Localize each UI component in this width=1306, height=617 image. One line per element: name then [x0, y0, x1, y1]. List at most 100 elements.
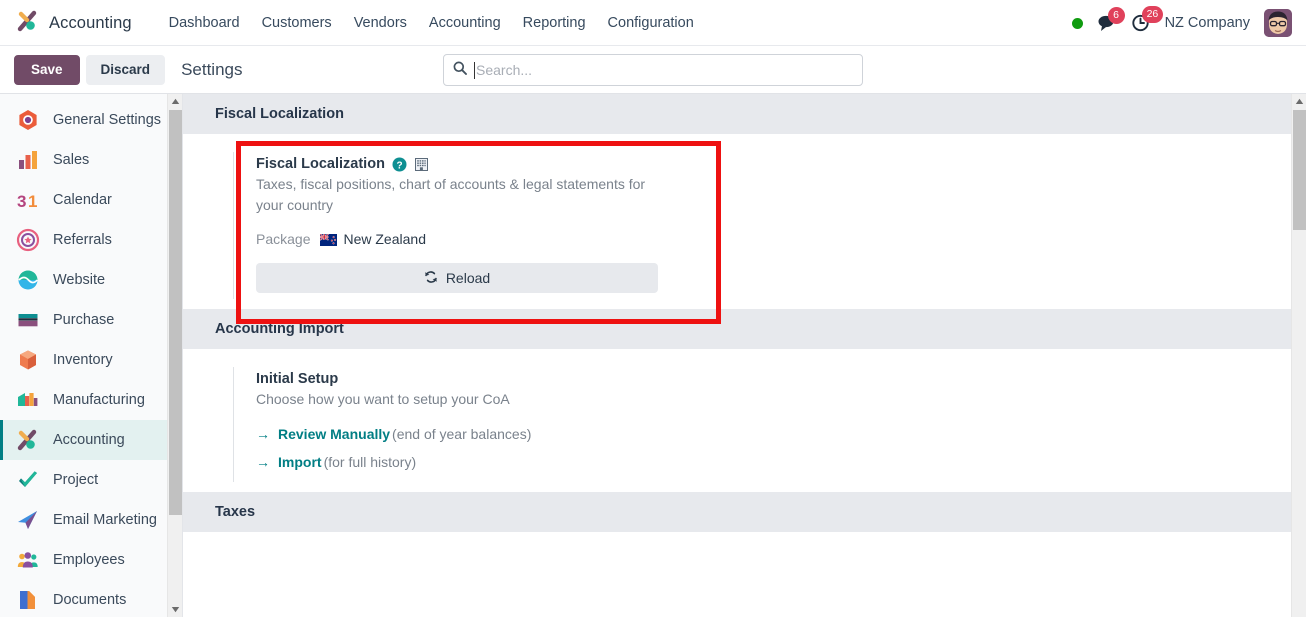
settings-main: Fiscal Localization Fiscal Localization …: [183, 94, 1306, 617]
reload-button-label: Reload: [445, 270, 491, 287]
review-manually-link[interactable]: Review Manually: [278, 422, 390, 448]
setting-description: Choose how you want to setup your CoA: [256, 391, 510, 408]
app-brand[interactable]: Accounting: [16, 9, 132, 38]
setting-description: Taxes, fiscal positions, chart of accoun…: [256, 176, 646, 213]
section-body-taxes: [183, 531, 1291, 592]
section-body-fiscal-localization: Fiscal Localization ? Taxes, fiscal posi…: [183, 134, 1291, 310]
refresh-icon: [424, 270, 438, 287]
messages-icon[interactable]: 6: [1097, 7, 1125, 32]
sidebar-item-sales[interactable]: Sales: [0, 140, 182, 180]
sidebar-item-project[interactable]: Project: [0, 460, 182, 500]
top-navbar: Accounting Dashboard Customers Vendors A…: [0, 0, 1306, 46]
accounting-app-icon: [16, 9, 40, 38]
sidebar-item-purchase[interactable]: Purchase: [0, 300, 182, 340]
activities-clock-icon[interactable]: 26: [1131, 6, 1164, 33]
sidebar-item-referrals[interactable]: Referrals: [0, 220, 182, 260]
sidebar-item-label: Documents: [53, 592, 127, 608]
save-button[interactable]: Save: [14, 54, 80, 86]
setting-title-row: Initial Setup: [256, 371, 663, 387]
new-zealand-flag-icon: [320, 233, 338, 247]
sidebar-item-calendar[interactable]: 3 1 Calendar: [0, 180, 182, 220]
package-label: Package: [256, 231, 311, 248]
menu-item-vendors[interactable]: Vendors: [343, 9, 418, 37]
sidebar-scrollbar[interactable]: [167, 94, 182, 617]
sidebar-item-label: Accounting: [53, 432, 125, 448]
main-scrollbar[interactable]: [1291, 94, 1306, 617]
package-row: Package New Zealand: [256, 231, 663, 247]
setting-initial-setup: Initial Setup Choose how you want to set…: [233, 367, 663, 482]
menu-item-configuration[interactable]: Configuration: [597, 9, 705, 37]
manufacturing-icon: [16, 388, 40, 412]
sidebar-item-label: Purchase: [53, 312, 115, 328]
sidebar-list: General Settings Sales 3 1 Calendar Refe…: [0, 94, 182, 617]
arrow-right-icon: →: [256, 454, 270, 471]
search-input[interactable]: [476, 62, 853, 78]
reload-button[interactable]: Reload: [256, 263, 658, 294]
main-menu: Dashboard Customers Vendors Accounting R…: [158, 9, 705, 37]
referrals-icon: [16, 228, 40, 252]
email-marketing-icon: [16, 508, 40, 532]
menu-item-dashboard[interactable]: Dashboard: [158, 9, 251, 37]
brand-name: Accounting: [49, 13, 132, 32]
package-value-field[interactable]: New Zealand: [320, 231, 426, 247]
setting-title: Fiscal Localization: [256, 156, 385, 172]
menu-item-accounting[interactable]: Accounting: [418, 9, 512, 37]
sidebar-item-label: Referrals: [53, 232, 112, 248]
sidebar-item-employees[interactable]: Employees: [0, 540, 182, 580]
sidebar-item-label: Calendar: [53, 192, 112, 208]
import-note: (for full history): [323, 454, 417, 471]
sidebar-item-label: Sales: [53, 152, 90, 168]
sales-icon: [16, 148, 40, 172]
sidebar-item-accounting[interactable]: Accounting: [0, 420, 182, 460]
project-icon: [16, 468, 40, 492]
sidebar-item-website[interactable]: Website: [0, 260, 182, 300]
sidebar-scrollbar-thumb[interactable]: [169, 110, 182, 515]
scroll-up-arrow-icon[interactable]: [168, 94, 182, 109]
calendar-icon: 3 1: [16, 188, 40, 212]
sidebar-item-documents[interactable]: Documents: [0, 580, 182, 617]
accounting-icon: [16, 428, 40, 452]
svg-text:3: 3: [17, 192, 26, 211]
section-heading-fiscal-localization: Fiscal Localization: [183, 94, 1291, 134]
section-heading-accounting-import: Accounting Import: [183, 309, 1291, 350]
website-icon: [16, 268, 40, 292]
sidebar-item-label: General Settings: [53, 112, 162, 128]
arrow-right-icon: →: [256, 426, 270, 443]
setting-title: Initial Setup: [256, 371, 339, 388]
settings-sidebar: General Settings Sales 3 1 Calendar Refe…: [0, 94, 183, 617]
menu-item-reporting[interactable]: Reporting: [512, 9, 597, 37]
company-building-icon: [414, 157, 429, 172]
discard-button[interactable]: Discard: [85, 54, 166, 86]
sidebar-item-general-settings[interactable]: General Settings: [0, 100, 182, 140]
sidebar-item-label: Employees: [53, 552, 125, 568]
sidebar-item-inventory[interactable]: Inventory: [0, 340, 182, 380]
text-caret: [474, 61, 475, 79]
scroll-up-arrow-icon[interactable]: [1292, 94, 1306, 109]
online-status-dot[interactable]: [1071, 17, 1083, 29]
inventory-icon: [16, 348, 40, 372]
review-manually-note: (end of year balances): [392, 426, 532, 443]
scroll-down-arrow-icon[interactable]: [168, 602, 182, 617]
setting-title-row: Fiscal Localization ?: [256, 156, 663, 172]
sidebar-item-label: Inventory: [53, 352, 113, 368]
main-scrollbar-thumb[interactable]: [1293, 110, 1306, 230]
general-settings-icon: [16, 108, 40, 132]
menu-item-customers[interactable]: Customers: [251, 9, 343, 37]
sidebar-item-email-marketing[interactable]: Email Marketing: [0, 500, 182, 540]
import-link[interactable]: Import: [278, 450, 322, 476]
activities-badge: 26: [1141, 6, 1164, 23]
svg-text:1: 1: [28, 192, 37, 211]
sidebar-item-label: Website: [53, 272, 106, 288]
search-icon: [453, 61, 467, 80]
documents-icon: [16, 588, 40, 612]
help-question-icon[interactable]: ?: [392, 157, 407, 172]
sidebar-item-manufacturing[interactable]: Manufacturing: [0, 380, 182, 420]
link-row-import: → Import (for full history): [256, 450, 663, 476]
avatar[interactable]: [1264, 9, 1292, 37]
link-row-review-manually: → Review Manually (end of year balances): [256, 422, 663, 448]
settings-scroll-container: Fiscal Localization Fiscal Localization …: [183, 94, 1291, 617]
package-value-text: New Zealand: [343, 231, 426, 248]
page-title: Settings: [181, 60, 243, 79]
search-bar[interactable]: [443, 54, 863, 86]
company-switcher[interactable]: NZ Company: [1165, 15, 1250, 31]
